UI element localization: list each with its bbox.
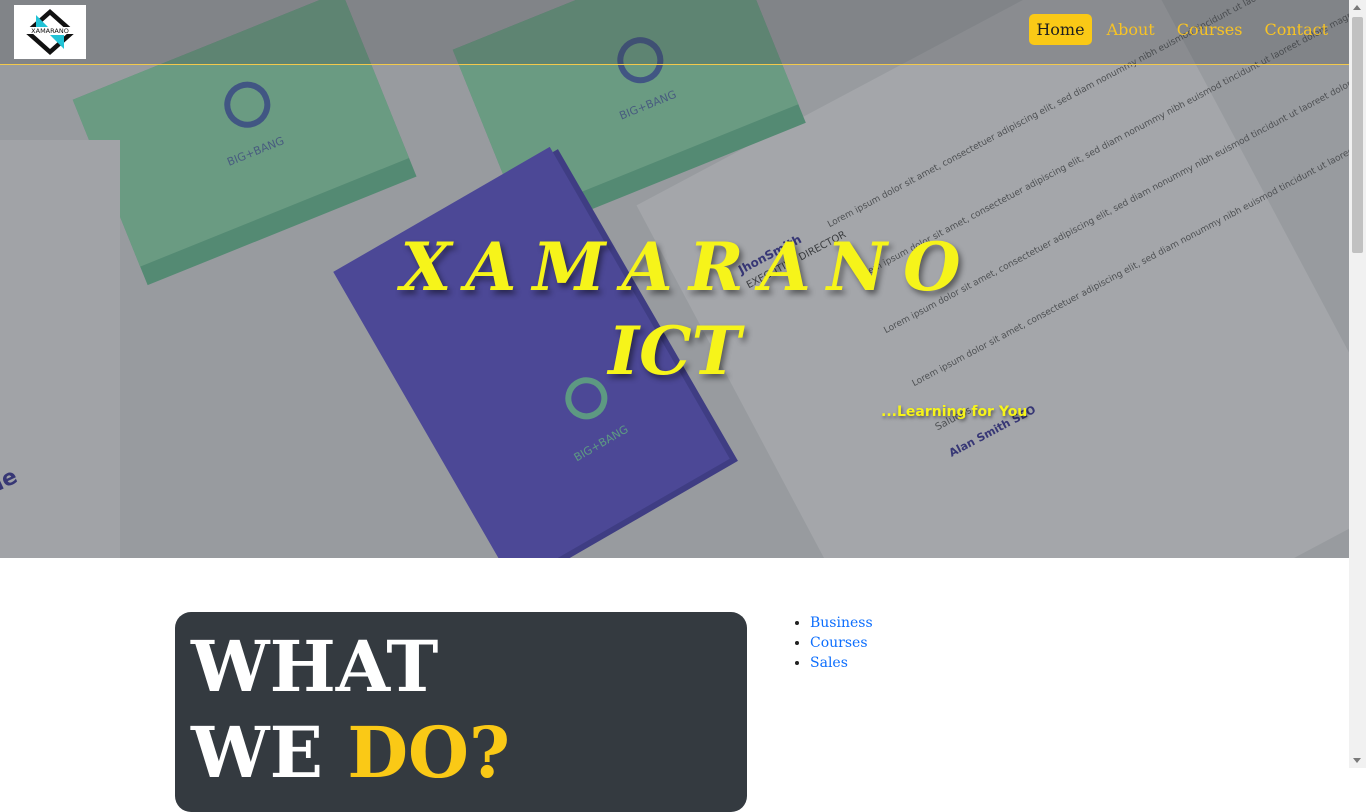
nav-home-link[interactable]: Home (1029, 14, 1092, 45)
heading-line1: WHAT (191, 625, 439, 708)
scroll-up-arrow-icon[interactable] (1353, 5, 1361, 10)
business-link[interactable]: Business (810, 615, 873, 631)
hero-tagline: ...Learning for You (881, 404, 1028, 420)
courses-link[interactable]: Courses (810, 635, 868, 651)
site-logo[interactable]: XAMARANO (14, 5, 86, 59)
scroll-down-arrow-icon[interactable] (1353, 758, 1361, 763)
list-item: Courses (810, 633, 873, 653)
what-we-do-heading: WHAT WE DO? (191, 624, 510, 796)
nav-courses-link[interactable]: Courses (1170, 14, 1250, 45)
heading-line2-do: DO? (347, 711, 511, 794)
list-item: Business (810, 613, 873, 633)
svg-text:XAMARANO: XAMARANO (31, 27, 69, 35)
scrollbar-thumb[interactable] (1352, 17, 1363, 253)
hero-section: JhonSmith EXECUTIVE DIRECTOR Lorem ipsum… (0, 0, 1349, 558)
main-nav: Home About Courses Contact (1029, 14, 1335, 45)
heading-line2-we: WE (191, 711, 348, 794)
navbar: XAMARANO Home About Courses Contact (0, 0, 1349, 65)
services-list: Business Courses Sales (792, 613, 873, 673)
hero-title-line1: XAMARANO (400, 228, 977, 306)
sales-link[interactable]: Sales (810, 655, 848, 671)
vertical-scrollbar[interactable] (1349, 0, 1366, 768)
logo-emblem-icon: XAMARANO (22, 9, 78, 55)
what-we-do-card: WHAT WE DO? (175, 612, 747, 812)
list-item: Sales (810, 653, 873, 673)
nav-contact-link[interactable]: Contact (1257, 14, 1335, 45)
nav-about-link[interactable]: About (1100, 14, 1162, 45)
hero-title-line2: ICT (608, 312, 741, 390)
